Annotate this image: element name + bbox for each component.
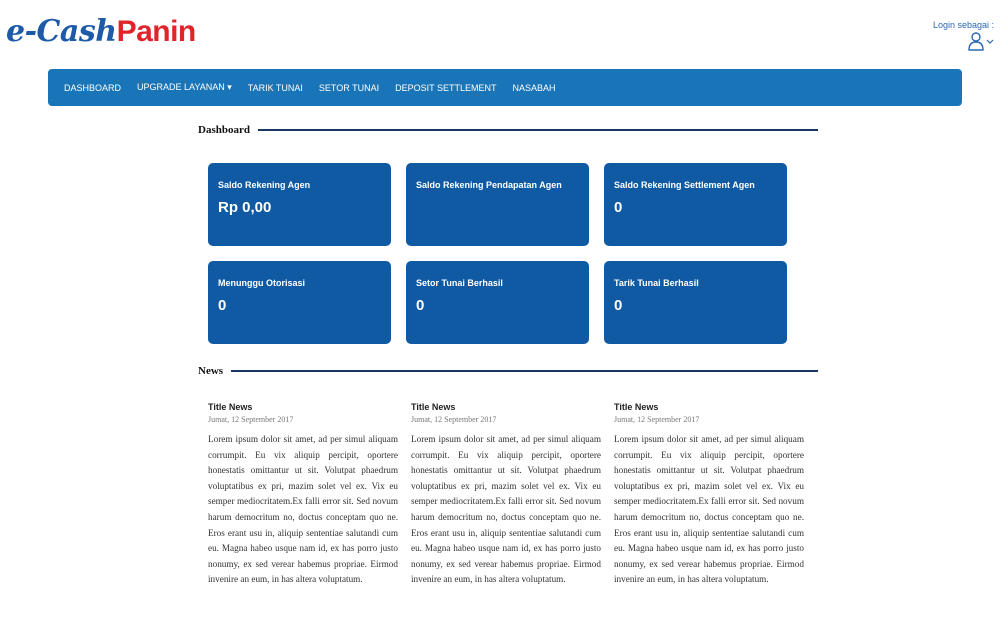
card-value: 0 xyxy=(614,297,623,314)
user-icon[interactable] xyxy=(968,31,984,53)
nav-upgrade-layanan[interactable]: UPGRADE LAYANAN ▾ xyxy=(137,82,232,93)
main-navbar: DASHBOARD UPGRADE LAYANAN ▾ TARIK TUNAI … xyxy=(48,69,962,106)
card-tarik-tunai-berhasil: Tarik Tunai Berhasil 0 xyxy=(604,261,787,344)
card-value: 0 xyxy=(218,297,227,314)
dashboard-heading: Dashboard xyxy=(198,124,250,136)
card-label: Tarik Tunai Berhasil xyxy=(614,278,699,288)
news-section-heading: News xyxy=(198,365,818,377)
card-value: Rp 0,00 xyxy=(218,199,272,216)
news-body: Lorem ipsum dolor sit amet, ad per simul… xyxy=(411,434,601,585)
divider-line xyxy=(231,370,818,372)
news-list: Title News Jumat, 12 September 2017 Lore… xyxy=(208,402,804,588)
dashboard-section-heading: Dashboard xyxy=(198,124,818,136)
divider-line xyxy=(257,129,818,131)
news-item: Title News Jumat, 12 September 2017 Lore… xyxy=(411,402,601,588)
card-value: 0 xyxy=(614,199,623,216)
card-label: Menunggu Otorisasi xyxy=(218,278,306,288)
card-label: Setor Tunai Berhasil xyxy=(416,278,503,288)
card-saldo-rekening-pendapatan-agen: Saldo Rekening Pendapatan Agen xyxy=(406,163,589,246)
news-date: Jumat, 12 September 2017 xyxy=(208,415,294,424)
card-label: Saldo Rekening Agen xyxy=(218,180,311,190)
card-value: 0 xyxy=(416,297,425,314)
news-title[interactable]: Title News xyxy=(208,402,398,412)
card-menunggu-otorisasi: Menunggu Otorisasi 0 xyxy=(208,261,391,344)
login-label: Login sebagai : xyxy=(932,20,994,30)
card-saldo-rekening-settlement-agen: Saldo Rekening Settlement Agen 0 xyxy=(604,163,787,246)
logo-text-ecash: e-Cash xyxy=(6,14,117,49)
news-body: Lorem ipsum dolor sit amet, ad per simul… xyxy=(614,434,804,585)
chevron-down-icon[interactable] xyxy=(986,37,994,47)
news-item: Title News Jumat, 12 September 2017 Lore… xyxy=(614,402,804,588)
logo-text-panin: Panin xyxy=(116,15,197,48)
card-saldo-rekening-agen: Saldo Rekening Agen Rp 0,00 xyxy=(208,163,391,246)
nav-deposit-settlement[interactable]: DEPOSIT SETTLEMENT xyxy=(395,83,496,93)
nav-setor-tunai[interactable]: SETOR TUNAI xyxy=(319,83,379,93)
login-area[interactable]: Login sebagai : xyxy=(933,20,994,53)
news-title[interactable]: Title News xyxy=(411,402,601,412)
news-heading: News xyxy=(198,365,224,377)
news-title[interactable]: Title News xyxy=(614,402,804,412)
news-item: Title News Jumat, 12 September 2017 Lore… xyxy=(208,402,398,588)
card-setor-tunai-berhasil: Setor Tunai Berhasil 0 xyxy=(406,261,589,344)
news-body: Lorem ipsum dolor sit amet, ad per simul… xyxy=(208,434,398,585)
news-date: Jumat, 12 September 2017 xyxy=(411,415,497,424)
nav-tarik-tunai[interactable]: TARIK TUNAI xyxy=(248,83,303,93)
card-label: Saldo Rekening Pendapatan Agen xyxy=(416,180,562,190)
card-label: Saldo Rekening Settlement Agen xyxy=(614,180,755,190)
news-date: Jumat, 12 September 2017 xyxy=(614,415,700,424)
summary-cards: Saldo Rekening Agen Rp 0,00 Saldo Rekeni… xyxy=(208,163,788,344)
logo[interactable]: e-CashPanin xyxy=(6,14,196,49)
nav-dashboard[interactable]: DASHBOARD xyxy=(64,83,121,93)
nav-nasabah[interactable]: NASABAH xyxy=(512,83,555,93)
